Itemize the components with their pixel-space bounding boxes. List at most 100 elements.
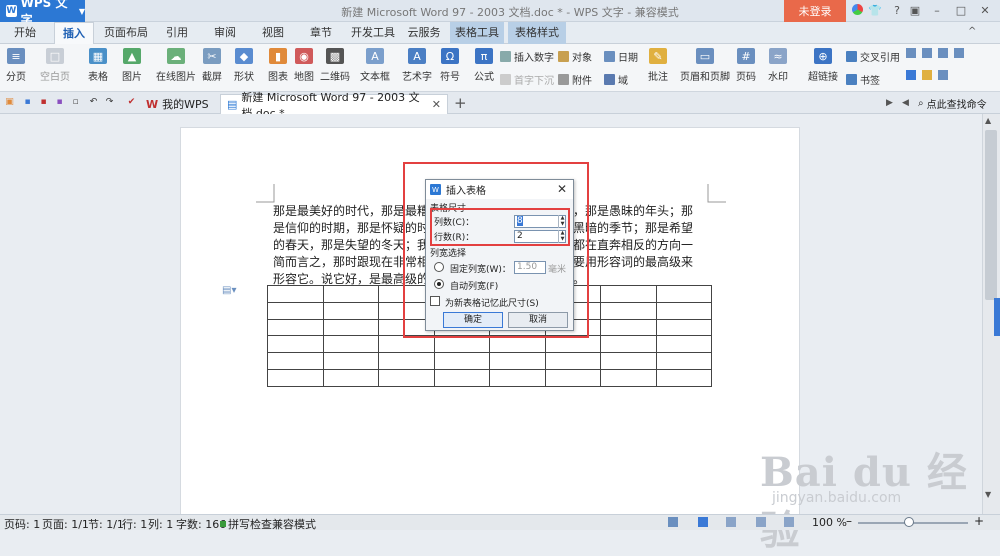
- table-cell[interactable]: [600, 368, 657, 387]
- tab-insert[interactable]: 插入: [54, 22, 94, 44]
- online-picture-button[interactable]: ☁ 在线图片: [156, 48, 196, 83]
- search-command[interactable]: ⌕ 点此查找命令: [918, 96, 987, 111]
- picture-button[interactable]: ▲ 图片: [122, 48, 142, 83]
- table-cell[interactable]: [655, 352, 712, 370]
- zoom-out-icon[interactable]: –: [846, 514, 852, 528]
- scroll-up-icon[interactable]: ▲: [985, 116, 991, 125]
- textbox-button[interactable]: A 文本框: [360, 48, 390, 83]
- tab-table-style[interactable]: 表格样式: [508, 22, 566, 44]
- table-cell[interactable]: [322, 285, 379, 303]
- table-cell[interactable]: [544, 335, 601, 354]
- watermark-button[interactable]: ≈ 水印: [768, 48, 788, 83]
- color-wheel-icon[interactable]: [850, 4, 864, 18]
- formula-button[interactable]: π 公式: [474, 48, 494, 83]
- table-cell[interactable]: [378, 352, 435, 370]
- table-cell[interactable]: [600, 285, 657, 303]
- zoom-level[interactable]: 100 %: [812, 516, 847, 529]
- side-panel-toggle[interactable]: [994, 298, 1000, 336]
- close-icon[interactable]: ✕: [978, 4, 992, 18]
- table-cell[interactable]: [378, 335, 435, 354]
- wordart-button[interactable]: A 艺术字: [402, 48, 432, 83]
- open-icon[interactable]: ▣: [4, 97, 15, 108]
- header-footer-button[interactable]: ▭ 页眉和页脚: [680, 48, 730, 83]
- screenshot-button[interactable]: ✂ 截屏: [202, 48, 222, 83]
- skin-icon[interactable]: 👕: [868, 4, 882, 18]
- attachment-button[interactable]: 附件: [558, 72, 592, 87]
- undo-icon[interactable]: ↶: [88, 97, 99, 108]
- table-cell[interactable]: [267, 301, 324, 320]
- table-cell[interactable]: [600, 335, 657, 354]
- layout-icon[interactable]: [906, 70, 916, 80]
- maximize-icon[interactable]: □: [954, 4, 968, 18]
- table-cell[interactable]: [433, 352, 490, 370]
- table-cell[interactable]: [322, 301, 379, 320]
- wps-menu-button[interactable]: W WPS 文字 ▼: [0, 0, 85, 27]
- print-icon[interactable]: ▪: [54, 97, 65, 108]
- ok-button[interactable]: 确定: [443, 312, 503, 328]
- login-button[interactable]: 未登录: [784, 0, 846, 22]
- table-cell[interactable]: [655, 368, 712, 387]
- table-cell[interactable]: [600, 352, 657, 370]
- fixed-width-radio[interactable]: [434, 262, 444, 272]
- table-cell[interactable]: [433, 368, 490, 387]
- table-cell[interactable]: [544, 352, 601, 370]
- table-button[interactable]: ▦ 表格: [88, 48, 108, 83]
- field-button[interactable]: 域: [604, 72, 628, 87]
- tab-list-icon[interactable]: ◀: [902, 98, 909, 108]
- table-cell[interactable]: [322, 352, 379, 370]
- preview-icon[interactable]: ▫: [70, 97, 81, 108]
- bookmark-button[interactable]: 书签: [846, 72, 880, 87]
- grid-icon[interactable]: [938, 48, 948, 58]
- new-tab-icon[interactable]: +: [454, 94, 467, 112]
- grid-icon[interactable]: [922, 48, 932, 58]
- qrcode-button[interactable]: ▩ 二维码: [320, 48, 350, 83]
- page-number-button[interactable]: # 页码: [736, 48, 756, 83]
- tab-review[interactable]: 审阅: [208, 22, 242, 44]
- page-break-button[interactable]: ≡ 分页: [6, 48, 26, 83]
- table-cell[interactable]: [655, 301, 712, 320]
- drop-cap-button[interactable]: 首字下沉: [500, 72, 554, 87]
- table-cell[interactable]: [600, 318, 657, 337]
- grid-icon[interactable]: [906, 48, 916, 58]
- remember-size-checkbox[interactable]: [430, 296, 440, 306]
- blank-page-button[interactable]: □ 空白页: [40, 48, 70, 83]
- comment-button[interactable]: ✎ 批注: [648, 48, 668, 83]
- page-view-icon[interactable]: [698, 517, 708, 527]
- paragraph-handle-icon[interactable]: ▤▾: [222, 285, 236, 296]
- export-pdf-icon[interactable]: ▪: [38, 97, 49, 108]
- close-icon[interactable]: ✕: [432, 98, 441, 111]
- table-cell[interactable]: [655, 285, 712, 303]
- tab-home[interactable]: 开始: [8, 22, 42, 44]
- reading-view-icon[interactable]: [784, 517, 794, 527]
- table-cell[interactable]: [267, 285, 324, 303]
- collapse-icon[interactable]: ▶: [886, 98, 893, 108]
- table-cell[interactable]: [322, 318, 379, 337]
- tab-document[interactable]: ▤ 新建 Microsoft Word 97 - 2003 文档.doc * ✕: [220, 91, 448, 120]
- tab-page-layout[interactable]: 页面布局: [100, 22, 152, 44]
- table-cell[interactable]: [267, 352, 324, 370]
- redo-icon[interactable]: ↷: [104, 97, 115, 108]
- object-button[interactable]: 对象: [558, 49, 592, 64]
- help-icon[interactable]: ?: [890, 4, 904, 18]
- zoom-in-icon[interactable]: +: [974, 514, 984, 528]
- tab-cloud[interactable]: 云服务: [404, 22, 444, 44]
- cancel-button[interactable]: 取消: [508, 312, 568, 328]
- customize-icon[interactable]: ✔: [126, 97, 137, 108]
- close-icon[interactable]: ✕: [555, 182, 569, 196]
- table-cell[interactable]: [544, 368, 601, 387]
- fixed-width-input[interactable]: 1.50: [514, 261, 546, 274]
- table-cell[interactable]: [322, 368, 379, 387]
- zoom-slider-thumb[interactable]: [904, 517, 914, 527]
- collapse-ribbon-icon[interactable]: ^: [968, 26, 976, 37]
- insert-number-button[interactable]: 插入数字: [500, 49, 554, 64]
- cross-ref-button[interactable]: 交叉引用: [846, 49, 900, 64]
- map-button[interactable]: ◉ 地图: [294, 48, 314, 83]
- web-view-icon[interactable]: [756, 517, 766, 527]
- chart-button[interactable]: ▮ 图表: [268, 48, 288, 83]
- table-cell[interactable]: [378, 368, 435, 387]
- table-cell[interactable]: [600, 301, 657, 320]
- tab-view[interactable]: 视图: [256, 22, 290, 44]
- table-cell[interactable]: [489, 352, 546, 370]
- outline-view-icon[interactable]: [726, 517, 736, 527]
- tab-reference[interactable]: 引用: [160, 22, 194, 44]
